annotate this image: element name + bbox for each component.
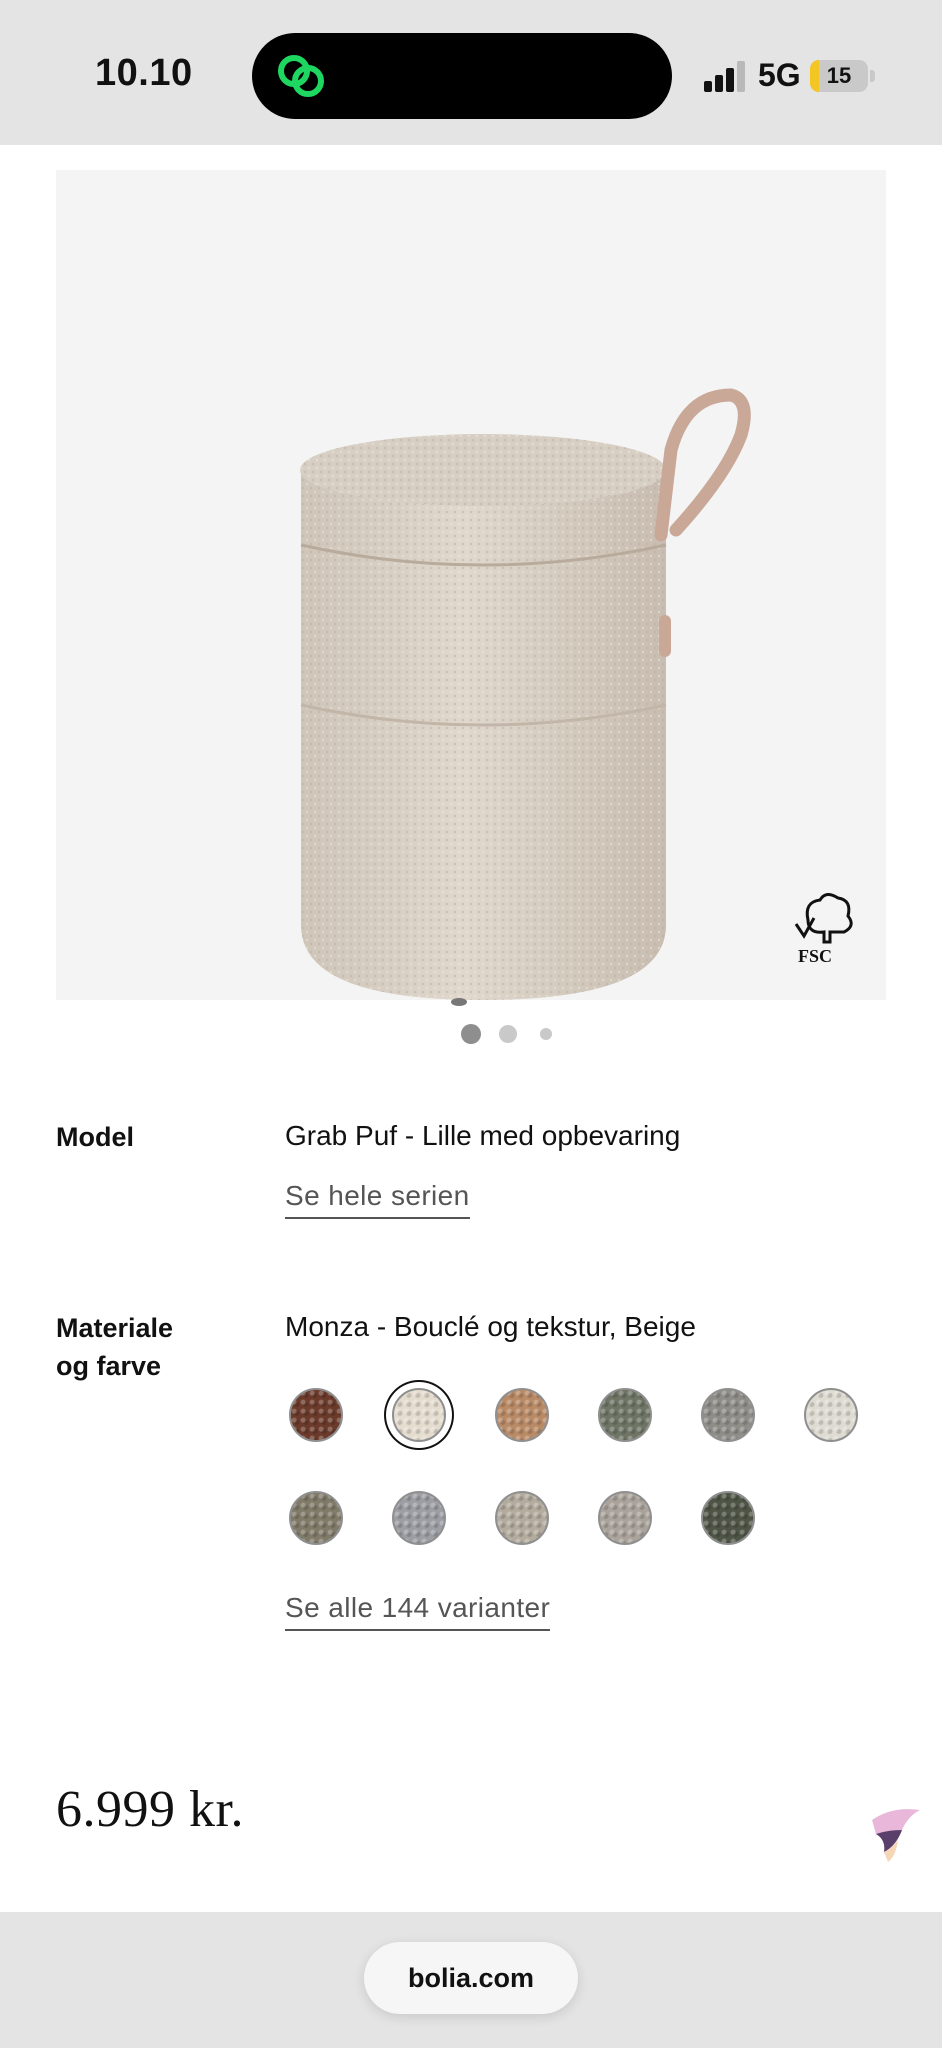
product-image[interactable]: FSC: [56, 170, 886, 1006]
battery-percent: 15: [826, 63, 852, 88]
color-swatch[interactable]: [289, 1491, 343, 1545]
color-swatch[interactable]: [598, 1388, 652, 1442]
carousel-dot[interactable]: [499, 1025, 517, 1043]
color-swatch[interactable]: [804, 1388, 858, 1442]
url-bar[interactable]: bolia.com: [364, 1942, 578, 2014]
model-label: Model: [56, 1122, 134, 1152]
material-value: Monza - Bouclé og tekstur, Beige: [285, 1311, 696, 1342]
price: 6.999 kr.: [56, 1781, 244, 1838]
browser-bottom-bar: bolia.com: [0, 1912, 942, 2048]
dynamic-island: [252, 33, 672, 119]
see-series-link[interactable]: Se hele serien: [285, 1179, 470, 1219]
chat-link-icon: [278, 55, 324, 97]
color-swatch[interactable]: [598, 1491, 652, 1545]
color-swatch[interactable]: [392, 1388, 446, 1442]
model-value: Grab Puf - Lille med opbevaring: [285, 1120, 681, 1151]
color-swatch[interactable]: [495, 1491, 549, 1545]
color-swatch[interactable]: [701, 1491, 755, 1545]
status-time: 10.10: [95, 52, 193, 94]
status-bar: 10.10 5G 15: [0, 0, 942, 145]
fsc-logo-icon: FSC: [794, 893, 853, 966]
battery-icon: 15: [810, 60, 868, 92]
fsc-logo-text: FSC: [798, 946, 832, 966]
network-type: 5G: [758, 57, 801, 93]
chat-assistant-icon[interactable]: [862, 1800, 926, 1864]
pouf-illustration: [300, 388, 751, 1006]
carousel-indicator[interactable]: [0, 1022, 942, 1046]
material-label: Materiale og farve: [56, 1309, 173, 1385]
color-swatch[interactable]: [495, 1388, 549, 1442]
material-label-line2: og farve: [56, 1351, 162, 1381]
signal-icon: [704, 60, 748, 92]
color-swatch[interactable]: [289, 1388, 343, 1442]
material-label-line1: Materiale: [56, 1313, 174, 1343]
see-all-variants-link[interactable]: Se alle 144 varianter: [285, 1591, 551, 1631]
carousel-dot[interactable]: [461, 1024, 481, 1044]
color-swatch[interactable]: [701, 1388, 755, 1442]
battery-cap: [870, 70, 875, 82]
carousel-dot[interactable]: [540, 1028, 552, 1040]
color-swatch[interactable]: [392, 1491, 446, 1545]
